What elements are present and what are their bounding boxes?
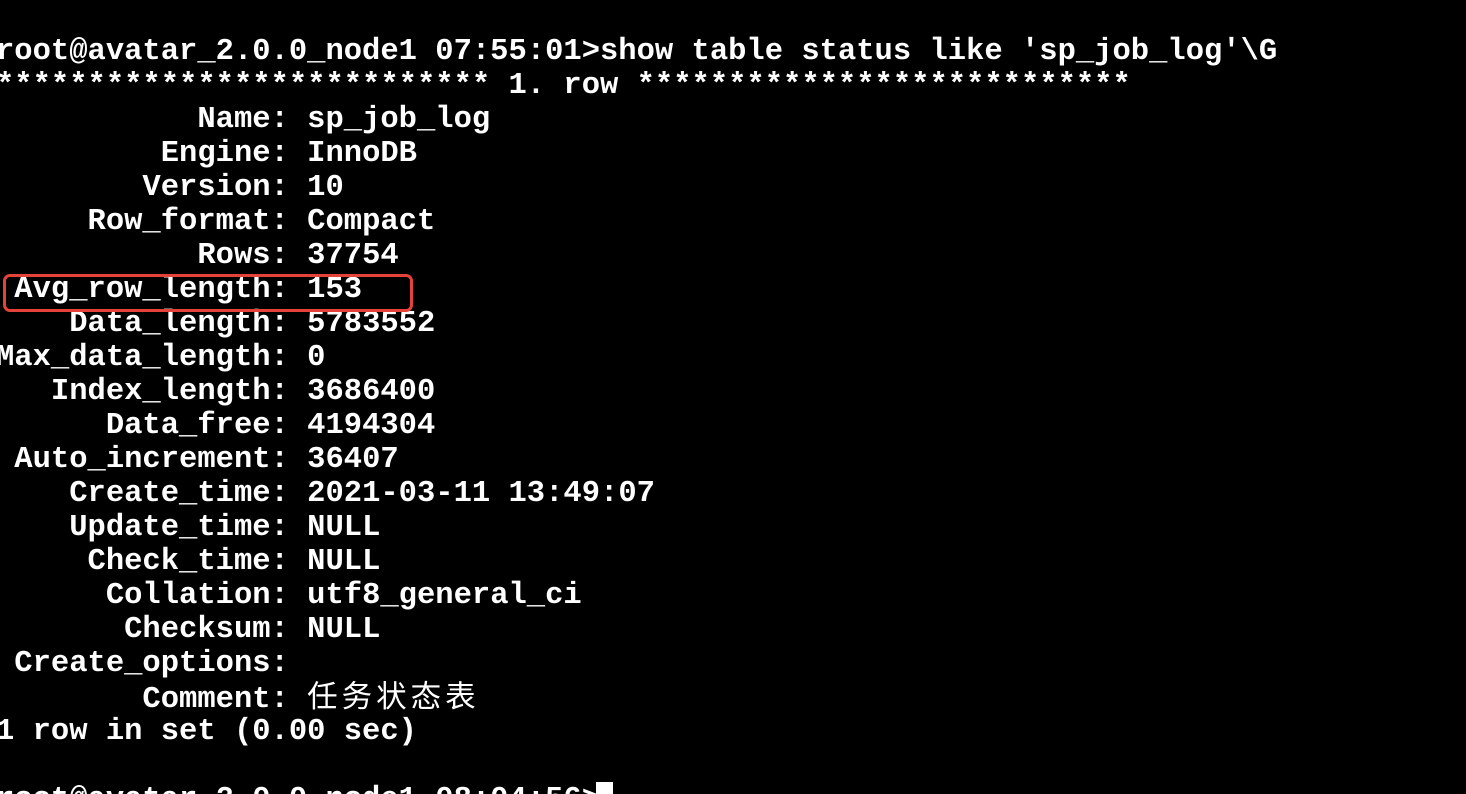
field-engine: Engine: InnoDB (0, 137, 417, 171)
terminal-cursor[interactable] (596, 782, 613, 794)
field-collation-key: Collation: (0, 579, 289, 613)
field-create-time: Create_time: 2021-03-11 13:49:07 (0, 477, 655, 511)
highlight-box (3, 274, 413, 312)
field-auto-increment: Auto_increment: 36407 (0, 443, 399, 477)
field-create-options-key: Create_options: (0, 647, 289, 681)
field-create-time-key: Create_time: (0, 477, 289, 511)
command-line: root@avatar_2.0.0_node1 07:55:01>show ta… (0, 35, 1278, 69)
field-comment-key: Comment: (0, 683, 289, 717)
terminal-window[interactable]: root@avatar_2.0.0_node1 07:55:01>show ta… (0, 0, 1466, 794)
field-create-options: Create_options: (0, 647, 307, 681)
field-row-format: Row_format: Compact (0, 205, 436, 239)
field-data-length: Data_length: 5783552 (0, 307, 435, 341)
row-separator: *************************** 1. row *****… (0, 69, 1131, 103)
field-auto-increment-key: Auto_increment: (0, 443, 289, 477)
field-data-free-key: Data_free: (0, 409, 289, 443)
field-collation: Collation: utf8_general_ci (0, 579, 582, 613)
field-index-length: Index_length: 3686400 (0, 375, 435, 409)
field-max-data-length: Max_data_length: 0 (0, 341, 325, 375)
field-update-time-value: NULL (307, 511, 381, 545)
field-update-time-key: Update_time: (0, 511, 289, 545)
field-rows-value: 37754 (307, 239, 399, 273)
field-rows: Rows: 37754 (0, 239, 399, 273)
field-name: Name: sp_job_log (0, 103, 490, 137)
field-check-time-value: NULL (307, 545, 381, 579)
field-index-length-key: Index_length: (0, 375, 289, 409)
field-check-time-key: Check_time: (0, 545, 289, 579)
field-row-format-key: Row_format: (0, 205, 289, 239)
field-version: Version: 10 (0, 171, 344, 205)
next-prompt: root@avatar_2.0.0_node1 08:04:56> (0, 783, 600, 794)
field-name-key: Name: (0, 103, 289, 137)
field-check-time: Check_time: NULL (0, 545, 381, 579)
field-rows-key: Rows: (0, 239, 289, 273)
field-data-free: Data_free: 4194304 (0, 409, 435, 443)
field-index-length-value: 3686400 (307, 375, 436, 409)
field-max-data-length-key: Max_data_length: (0, 341, 289, 375)
field-comment: Comment: 任务状态表 (0, 680, 480, 718)
field-comment-value: 任务状态表 (307, 680, 480, 715)
field-update-time: Update_time: NULL (0, 511, 380, 545)
field-engine-key: Engine: (0, 137, 289, 171)
field-row-format-value: Compact (307, 205, 436, 239)
field-collation-value: utf8_general_ci (307, 579, 582, 613)
field-engine-value: InnoDB (307, 137, 417, 171)
field-data-free-value: 4194304 (307, 409, 436, 443)
field-data-length-value: 5783552 (307, 307, 436, 341)
field-checksum-value: NULL (307, 613, 381, 647)
field-checksum-key: Checksum: (0, 613, 289, 647)
field-checksum: Checksum: NULL (0, 613, 380, 647)
field-version-key: Version: (0, 171, 289, 205)
field-data-length-key: Data_length: (0, 307, 289, 341)
field-auto-increment-value: 36407 (307, 443, 399, 477)
field-version-value: 10 (307, 171, 344, 205)
field-create-time-value: 2021-03-11 13:49:07 (307, 477, 655, 511)
field-name-value: sp_job_log (307, 103, 491, 137)
field-max-data-length-value: 0 (307, 341, 326, 375)
result-summary: 1 row in set (0.00 sec) (0, 715, 417, 749)
